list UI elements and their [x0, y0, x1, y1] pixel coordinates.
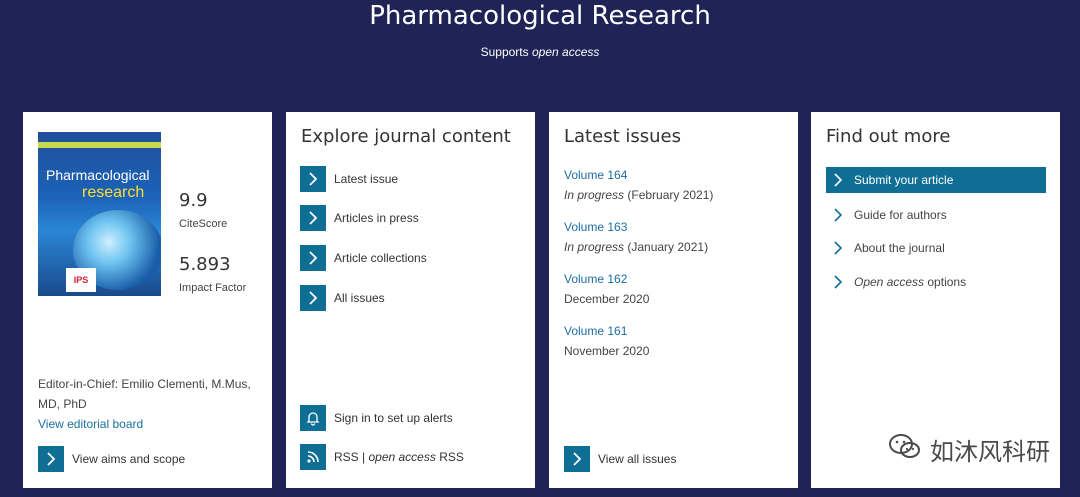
alerts-link[interactable]: Sign in to set up alerts: [300, 405, 453, 431]
view-all-issues-button[interactable]: View all issues: [564, 446, 676, 472]
citescore-label: CiteScore: [179, 218, 228, 230]
explore-content-card: Explore journal content Latest issue Art…: [286, 112, 535, 488]
rss-icon: [300, 444, 326, 470]
chevron-right-icon: [300, 245, 326, 271]
chevron-right-icon: [826, 275, 850, 289]
submit-article-button[interactable]: Submit your article: [826, 167, 1046, 193]
volume-164-link[interactable]: Volume 164: [564, 168, 627, 182]
volume-163-link[interactable]: Volume 163: [564, 220, 627, 234]
watermark: 如沐风科研: [888, 432, 1050, 467]
chevron-right-icon: [300, 166, 326, 192]
impact-factor-label: Impact Factor: [179, 282, 247, 294]
rss-link[interactable]: RSS | open access RSS: [300, 444, 464, 470]
volume-162-link[interactable]: Volume 162: [564, 272, 627, 286]
volume-161-date: November 2020: [564, 344, 650, 358]
open-access-options-link[interactable]: Open access options: [826, 269, 1046, 295]
chevron-right-icon: [564, 446, 590, 472]
impact-factor-value: 5.893: [179, 254, 231, 275]
volume-162-date: December 2020: [564, 292, 650, 306]
journal-info-card: Pharmacological research IPS 9.9 CiteSco…: [23, 112, 272, 488]
journal-cover-image[interactable]: Pharmacological research IPS: [38, 132, 161, 296]
editorial-board-link[interactable]: View editorial board: [38, 414, 270, 434]
volume-164-status: In progress (February 2021): [564, 188, 714, 202]
explore-heading: Explore journal content: [301, 126, 511, 147]
articles-in-press-link[interactable]: Articles in press: [300, 205, 419, 231]
view-aims-scope-button[interactable]: View aims and scope: [38, 446, 185, 472]
page-title: Pharmacological Research: [369, 1, 711, 31]
chevron-right-icon: [300, 205, 326, 231]
citescore-value: 9.9: [179, 190, 208, 211]
all-issues-link[interactable]: All issues: [300, 285, 385, 311]
page-subtitle: Supports open access: [480, 45, 600, 59]
wechat-icon: [888, 433, 922, 467]
find-out-more-heading: Find out more: [826, 126, 951, 147]
latest-issues-card: Latest issues Volume 164 In progress (Fe…: [549, 112, 798, 488]
volume-161-link[interactable]: Volume 161: [564, 324, 627, 338]
about-journal-link[interactable]: About the journal: [826, 235, 1046, 261]
volume-163-status: In progress (January 2021): [564, 240, 709, 254]
latest-issues-heading: Latest issues: [564, 126, 681, 147]
article-collections-link[interactable]: Article collections: [300, 245, 427, 271]
chevron-right-icon: [826, 173, 850, 187]
chevron-right-icon: [826, 208, 850, 222]
chevron-right-icon: [38, 446, 64, 472]
guide-for-authors-link[interactable]: Guide for authors: [826, 202, 1046, 228]
chevron-right-icon: [826, 241, 850, 255]
bell-icon: [300, 405, 326, 431]
editor-in-chief: Editor-in-Chief: Emilio Clementi, M.Mus,…: [38, 374, 270, 434]
chevron-right-icon: [300, 285, 326, 311]
latest-issue-link[interactable]: Latest issue: [300, 166, 398, 192]
